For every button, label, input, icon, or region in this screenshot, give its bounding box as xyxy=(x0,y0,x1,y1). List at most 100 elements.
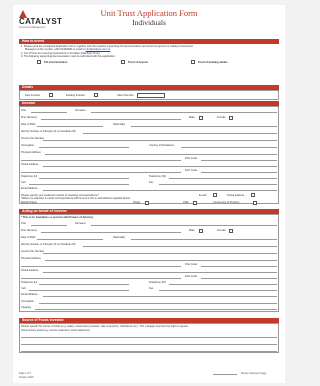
client-number-field[interactable] xyxy=(137,92,165,98)
investor-postal-field-2[interactable] xyxy=(21,172,181,173)
poa-id-field[interactable] xyxy=(83,246,277,247)
investor-cell-label: Cell xyxy=(21,181,26,184)
poa-male-checkbox[interactable] xyxy=(199,228,203,233)
poa-id-label: Identity Number or Passport (if no Namib… xyxy=(21,243,76,246)
investor-id-label: Identity Number or Passport (if no Namib… xyxy=(21,130,76,133)
investor-and-checkbox[interactable] xyxy=(193,200,197,205)
poa-fax-label: Fax xyxy=(149,287,154,290)
source-of-funds-field-2[interactable] xyxy=(21,344,277,345)
investor-physical-field-2[interactable] xyxy=(21,160,181,161)
investor-post-code-2-field[interactable] xyxy=(201,172,277,173)
poa-post-code-2-field[interactable] xyxy=(201,278,277,279)
investor-pref-email-checkbox[interactable] xyxy=(213,193,217,197)
proof-of-deposit-checkbox[interactable] xyxy=(121,60,125,64)
investor-dob-label: Date of Birth xyxy=(21,123,36,126)
poa-physical-field-2[interactable] xyxy=(21,266,181,267)
source-of-funds-field-1[interactable] xyxy=(21,337,277,338)
investor-id-field[interactable] xyxy=(83,133,277,134)
poa-female-label: Female xyxy=(217,229,226,232)
poa-fax-field[interactable] xyxy=(159,290,277,291)
client-number-label: Client Number xyxy=(117,93,134,97)
investor-first-names-field[interactable] xyxy=(41,119,181,120)
poa-intro: * This is for Guardians or persons with … xyxy=(21,216,94,219)
investor-tel-w-field[interactable] xyxy=(169,178,277,179)
poa-cell-field[interactable] xyxy=(29,290,129,291)
poa-nationality-field[interactable] xyxy=(131,239,277,240)
poa-email-field[interactable] xyxy=(43,296,277,297)
instruction-step-3: 3. The following supporting documentatio… xyxy=(21,55,116,58)
investor-community-checkbox[interactable] xyxy=(253,200,257,205)
proof-of-banking-checkbox[interactable] xyxy=(191,60,195,64)
poa-occupation-field[interactable] xyxy=(39,303,277,304)
investor-pref-postal-checkbox[interactable] xyxy=(251,193,255,197)
poa-postal-field-1[interactable] xyxy=(43,272,277,273)
investor-single-label: Single xyxy=(133,201,141,204)
investor-occupation-field[interactable] xyxy=(39,147,129,148)
investor-postal-field-1[interactable] xyxy=(43,166,277,167)
fia-documentation-label: FIA documentation xyxy=(44,60,68,64)
investor-residence-field[interactable] xyxy=(181,147,277,148)
poa-physical-label: Physical Address xyxy=(21,257,41,260)
poa-surname-field[interactable] xyxy=(91,225,277,226)
poa-tel-w-field[interactable] xyxy=(169,284,277,285)
footer-initial-note: Please initial each page xyxy=(241,372,267,375)
form-title: Unit Trust Application Form xyxy=(100,8,198,18)
footer-version: October 2016 xyxy=(19,375,34,379)
investor-surname-label: Surname xyxy=(75,109,86,112)
investor-male-checkbox[interactable] xyxy=(199,115,203,120)
investor-dob-field[interactable] xyxy=(37,126,103,127)
initial-field[interactable] xyxy=(213,374,237,375)
new-investor-checkbox[interactable] xyxy=(49,93,53,97)
existing-investor-checkbox[interactable] xyxy=(94,93,98,97)
poa-tel-h-label: Telephone (H) xyxy=(21,281,38,284)
investor-female-checkbox[interactable] xyxy=(229,115,233,120)
poa-physical-field-1[interactable] xyxy=(45,260,277,261)
poa-first-names-field[interactable] xyxy=(41,232,181,233)
proof-of-banking-label: Proof of banking details xyxy=(198,60,228,64)
investor-and-label: AND xyxy=(183,201,189,204)
investor-post-code-field[interactable] xyxy=(201,160,277,161)
investor-nationality-label: Nationality xyxy=(113,123,126,126)
poa-cell-label: Cell xyxy=(21,287,26,290)
investor-title-label: Title xyxy=(21,109,26,112)
poa-capacity-label: Capacity xyxy=(21,306,32,309)
investor-email-field[interactable] xyxy=(43,190,277,191)
poa-capacity-field[interactable] xyxy=(35,309,277,310)
poa-postal-field-2[interactable] xyxy=(21,278,181,279)
poa-female-checkbox[interactable] xyxy=(229,228,233,233)
investor-tel-h-field[interactable] xyxy=(39,178,129,179)
investor-post-code-2-label: Post Code xyxy=(185,169,198,172)
investor-tax-field[interactable] xyxy=(43,140,277,141)
source-of-funds-field-3[interactable] xyxy=(21,351,277,352)
investor-single-checkbox[interactable] xyxy=(145,200,149,205)
investor-title-field[interactable] xyxy=(31,112,67,113)
proof-of-deposit-label: Proof of deposit xyxy=(128,60,148,64)
investor-post-code-label: Post Code xyxy=(185,157,198,160)
poa-tel-w-label: Telephone (W) xyxy=(149,281,166,284)
investor-tel-h-label: Telephone (H) xyxy=(21,175,38,178)
poa-surname-label: Surname xyxy=(75,222,86,225)
investor-community-label: Community of Property xyxy=(213,201,240,204)
poa-tax-field[interactable] xyxy=(43,253,277,254)
poa-title-field[interactable] xyxy=(31,225,67,226)
poa-post-code-field[interactable] xyxy=(201,266,277,267)
investor-surname-field[interactable] xyxy=(91,112,277,113)
investor-cell-field[interactable] xyxy=(29,184,129,185)
section-header-how-to-invest: How to invest xyxy=(19,39,279,44)
poa-email-label: Email Address xyxy=(21,293,38,296)
poa-tel-h-field[interactable] xyxy=(39,284,129,285)
poa-male-label: Male xyxy=(189,229,195,232)
investor-fax-field[interactable] xyxy=(159,184,277,185)
investor-female-label: Female xyxy=(217,116,226,119)
investor-nationality-field[interactable] xyxy=(131,126,277,127)
investor-physical-label: Physical Address xyxy=(21,151,41,154)
investor-physical-field-1[interactable] xyxy=(45,154,277,155)
investor-tel-w-label: Telephone (W) xyxy=(149,175,166,178)
poa-tax-label: Income Tax Number xyxy=(21,250,45,253)
investor-pref-note: *Where no selection is made corresponden… xyxy=(21,197,131,200)
fia-documentation-checkbox[interactable] xyxy=(37,60,41,64)
investor-marital-label: Marital Status xyxy=(21,201,37,204)
investor-male-label: Male xyxy=(189,116,195,119)
poa-dob-field[interactable] xyxy=(37,239,103,240)
investor-occupation-label: Occupation xyxy=(21,144,35,147)
